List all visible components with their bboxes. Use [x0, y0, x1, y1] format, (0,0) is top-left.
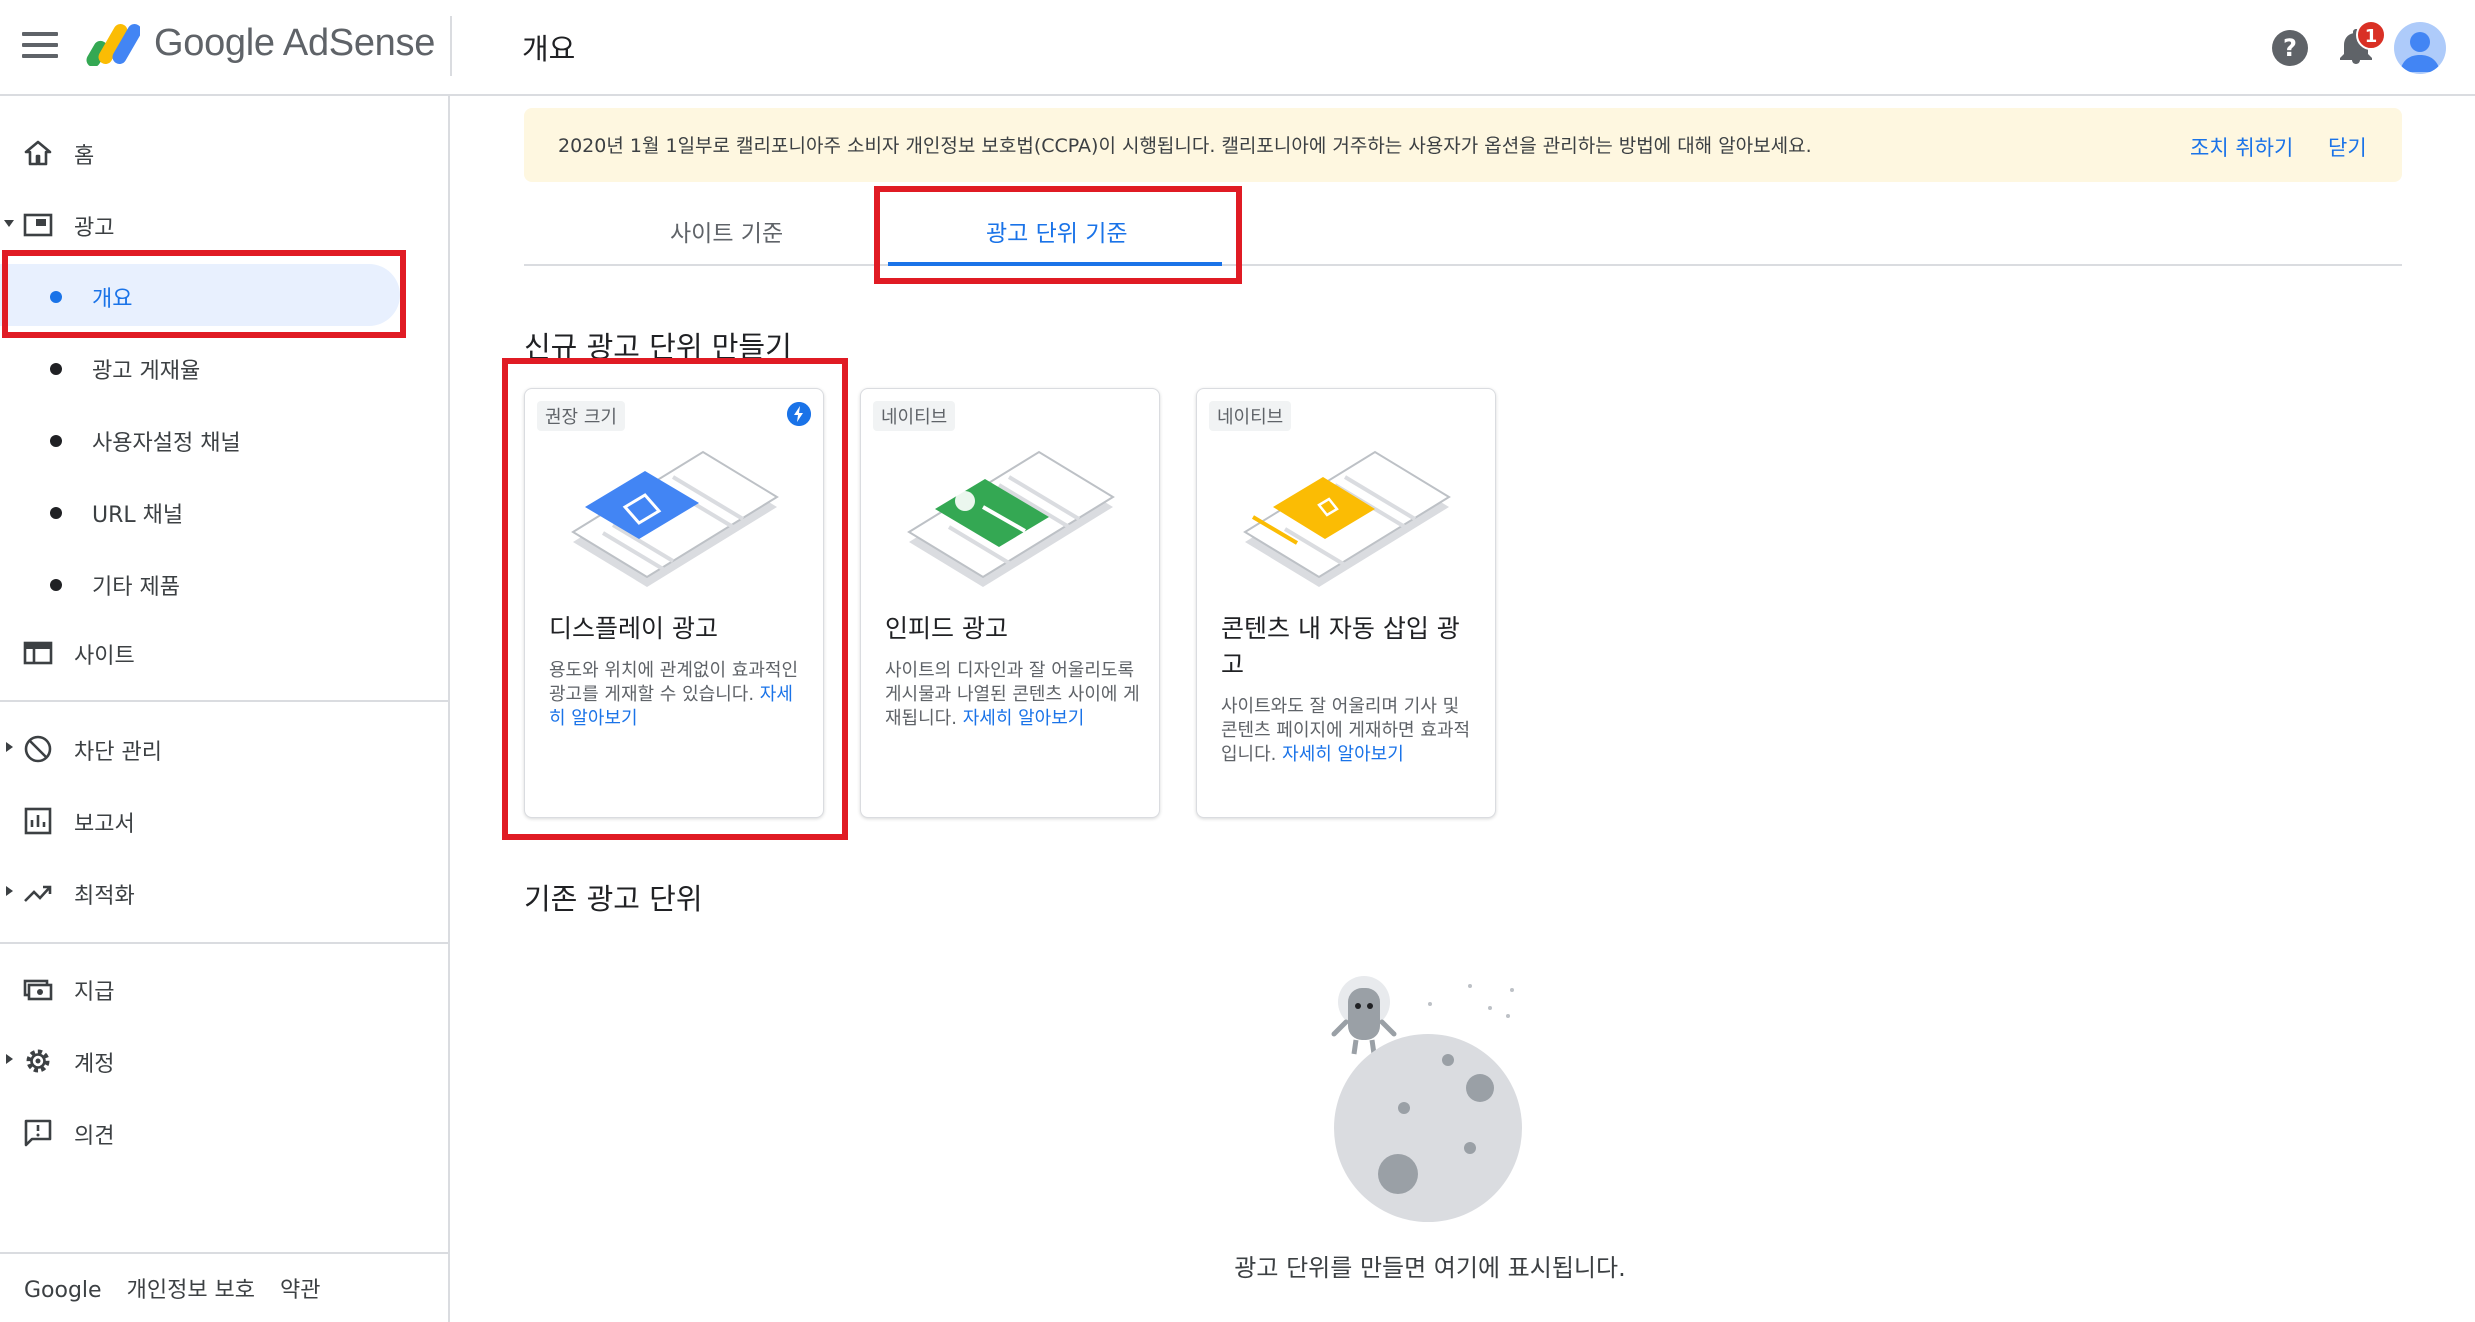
- collapsed-caret-icon: [6, 1054, 13, 1064]
- footer-terms-link[interactable]: 약관: [280, 1278, 320, 1303]
- view-tabs: 사이트 기준 광고 단위 기준: [524, 188, 2402, 266]
- sidebar-subitem-label: 광고 게재율: [92, 359, 201, 384]
- highlight-frame-display-card: [502, 358, 848, 840]
- adsense-logo-icon[interactable]: [86, 22, 140, 66]
- sidebar-divider: [0, 700, 450, 702]
- native-chip: 네이티브: [873, 401, 956, 431]
- learn-more-link[interactable]: 자세히 알아보기: [963, 708, 1085, 729]
- sidebar-item-label: 광고: [74, 216, 115, 241]
- sidebar-item-payments[interactable]: 지급: [0, 958, 450, 1020]
- empty-state-message: 광고 단위를 만들면 여기에 표시됩니다.: [1234, 1254, 1626, 1282]
- card-description: 사이트의 디자인과 잘 어울리도록 게시물과 나열된 콘텐츠 사이에 게재됩니다…: [885, 659, 1141, 731]
- block-icon: [24, 735, 52, 763]
- trending-up-icon: [24, 885, 52, 902]
- sidebar-subitem-custom-channels[interactable]: 사용자설정 채널: [0, 408, 450, 470]
- take-action-button[interactable]: 조치 취하기: [2190, 132, 2293, 162]
- home-icon: [24, 140, 52, 166]
- sidebar-subitem-url-channels[interactable]: URL 채널: [0, 480, 450, 542]
- tab-by-site[interactable]: 사이트 기준: [670, 214, 783, 248]
- sidebar-subitem-label: 기타 제품: [92, 575, 180, 600]
- sidebar-divider: [0, 942, 450, 944]
- sidebar-item-blocking[interactable]: 차단 관리: [0, 718, 450, 780]
- ads-icon: [23, 213, 53, 237]
- sites-icon: [23, 641, 53, 665]
- main-menu-icon[interactable]: [22, 32, 58, 62]
- collapsed-caret-icon: [6, 742, 13, 752]
- avatar-person-icon: [2400, 32, 2440, 72]
- banner-message: 2020년 1월 1일부로 캘리포니아주 소비자 개인정보 보호법(CCPA)이…: [558, 135, 1812, 157]
- sidebar-item-feedback[interactable]: 의견: [0, 1102, 450, 1164]
- sidebar-item-label: 최적화: [74, 884, 135, 909]
- sidebar-subitem-label: 사용자설정 채널: [92, 431, 241, 456]
- top-app-bar: Google AdSense 개요 ? 1: [0, 0, 2475, 96]
- payments-icon: [23, 979, 53, 1001]
- close-banner-button[interactable]: 닫기: [2328, 132, 2367, 162]
- footer-google-link[interactable]: Google: [24, 1278, 102, 1303]
- sidebar-item-label: 홈: [74, 144, 95, 169]
- highlight-frame-ad-unit-tab: [874, 186, 1242, 284]
- sidebar-subitem-ad-serving[interactable]: 광고 게재율: [0, 336, 450, 398]
- help-icon[interactable]: ?: [2272, 30, 2308, 66]
- card-title: 콘텐츠 내 자동 삽입 광고: [1221, 614, 1460, 679]
- feedback-icon: [24, 1119, 52, 1147]
- bullet-icon: [50, 363, 62, 375]
- sidebar-item-label: 지급: [74, 980, 115, 1005]
- card-title: 인피드 광고: [885, 614, 1008, 643]
- sidebar-item-home[interactable]: 홈: [0, 122, 450, 184]
- highlight-frame-overview: [2, 250, 406, 338]
- ccpa-banner: 2020년 1월 1일부로 캘리포니아주 소비자 개인정보 보호법(CCPA)이…: [524, 108, 2402, 182]
- in-article-ad-illustration: [1243, 450, 1451, 587]
- learn-more-link[interactable]: 자세히 알아보기: [1282, 744, 1404, 765]
- card-description: 사이트와도 잘 어울리며 기사 및 콘텐츠 페이지에 게재하면 효과적입니다. …: [1221, 695, 1477, 767]
- empty-state-moon-robot-illustration: [1331, 976, 1522, 1222]
- existing-ad-units-heading: 기존 광고 단위: [524, 882, 703, 916]
- in-feed-ad-illustration: [907, 450, 1115, 587]
- sidebar-subitem-label: URL 채널: [92, 503, 184, 528]
- bullet-icon: [50, 579, 62, 591]
- in-article-ads-card[interactable]: 네이티브 콘텐츠 내 자동 삽입 광고 사이트와도 잘 어울리며 기사 및 콘텐…: [1196, 388, 1496, 818]
- sidebar-subitem-other-products[interactable]: 기타 제품: [0, 552, 450, 614]
- sidebar-item-label: 사이트: [74, 644, 135, 669]
- sidebar-item-optimization[interactable]: 최적화: [0, 862, 450, 924]
- sidebar-item-label: 보고서: [74, 812, 135, 837]
- collapsed-caret-icon: [6, 886, 13, 896]
- sidebar-item-account[interactable]: 계정: [0, 1030, 450, 1092]
- page-title: 개요: [522, 32, 576, 66]
- sidebar-item-reports[interactable]: 보고서: [0, 790, 450, 852]
- sidebar-item-label: 차단 관리: [74, 740, 162, 765]
- native-chip: 네이티브: [1209, 401, 1292, 431]
- sidebar-divider: [0, 1252, 450, 1254]
- sidebar-item-label: 의견: [74, 1124, 115, 1149]
- bullet-icon: [50, 435, 62, 447]
- in-feed-ads-card[interactable]: 네이티브 인피드 광고 사이트의 디자인과 잘 어울리도록 게시물과 나열된 콘…: [860, 388, 1160, 818]
- gear-icon: [26, 1049, 50, 1073]
- top-divider: [450, 16, 452, 76]
- reports-icon: [24, 807, 52, 835]
- account-avatar[interactable]: [2394, 22, 2446, 74]
- sidebar-footer: Google 개인정보 보호 약관: [24, 1272, 339, 1304]
- app-brand-name[interactable]: Google AdSense: [154, 22, 435, 65]
- bullet-icon: [50, 507, 62, 519]
- footer-privacy-link[interactable]: 개인정보 보호: [127, 1278, 255, 1303]
- sidebar-item-sites[interactable]: 사이트: [0, 622, 450, 684]
- sidebar-item-ads[interactable]: 광고: [0, 194, 450, 256]
- expand-caret-icon: [4, 220, 14, 227]
- sidebar-item-label: 계정: [74, 1052, 115, 1077]
- notification-count-badge: 1: [2356, 20, 2386, 50]
